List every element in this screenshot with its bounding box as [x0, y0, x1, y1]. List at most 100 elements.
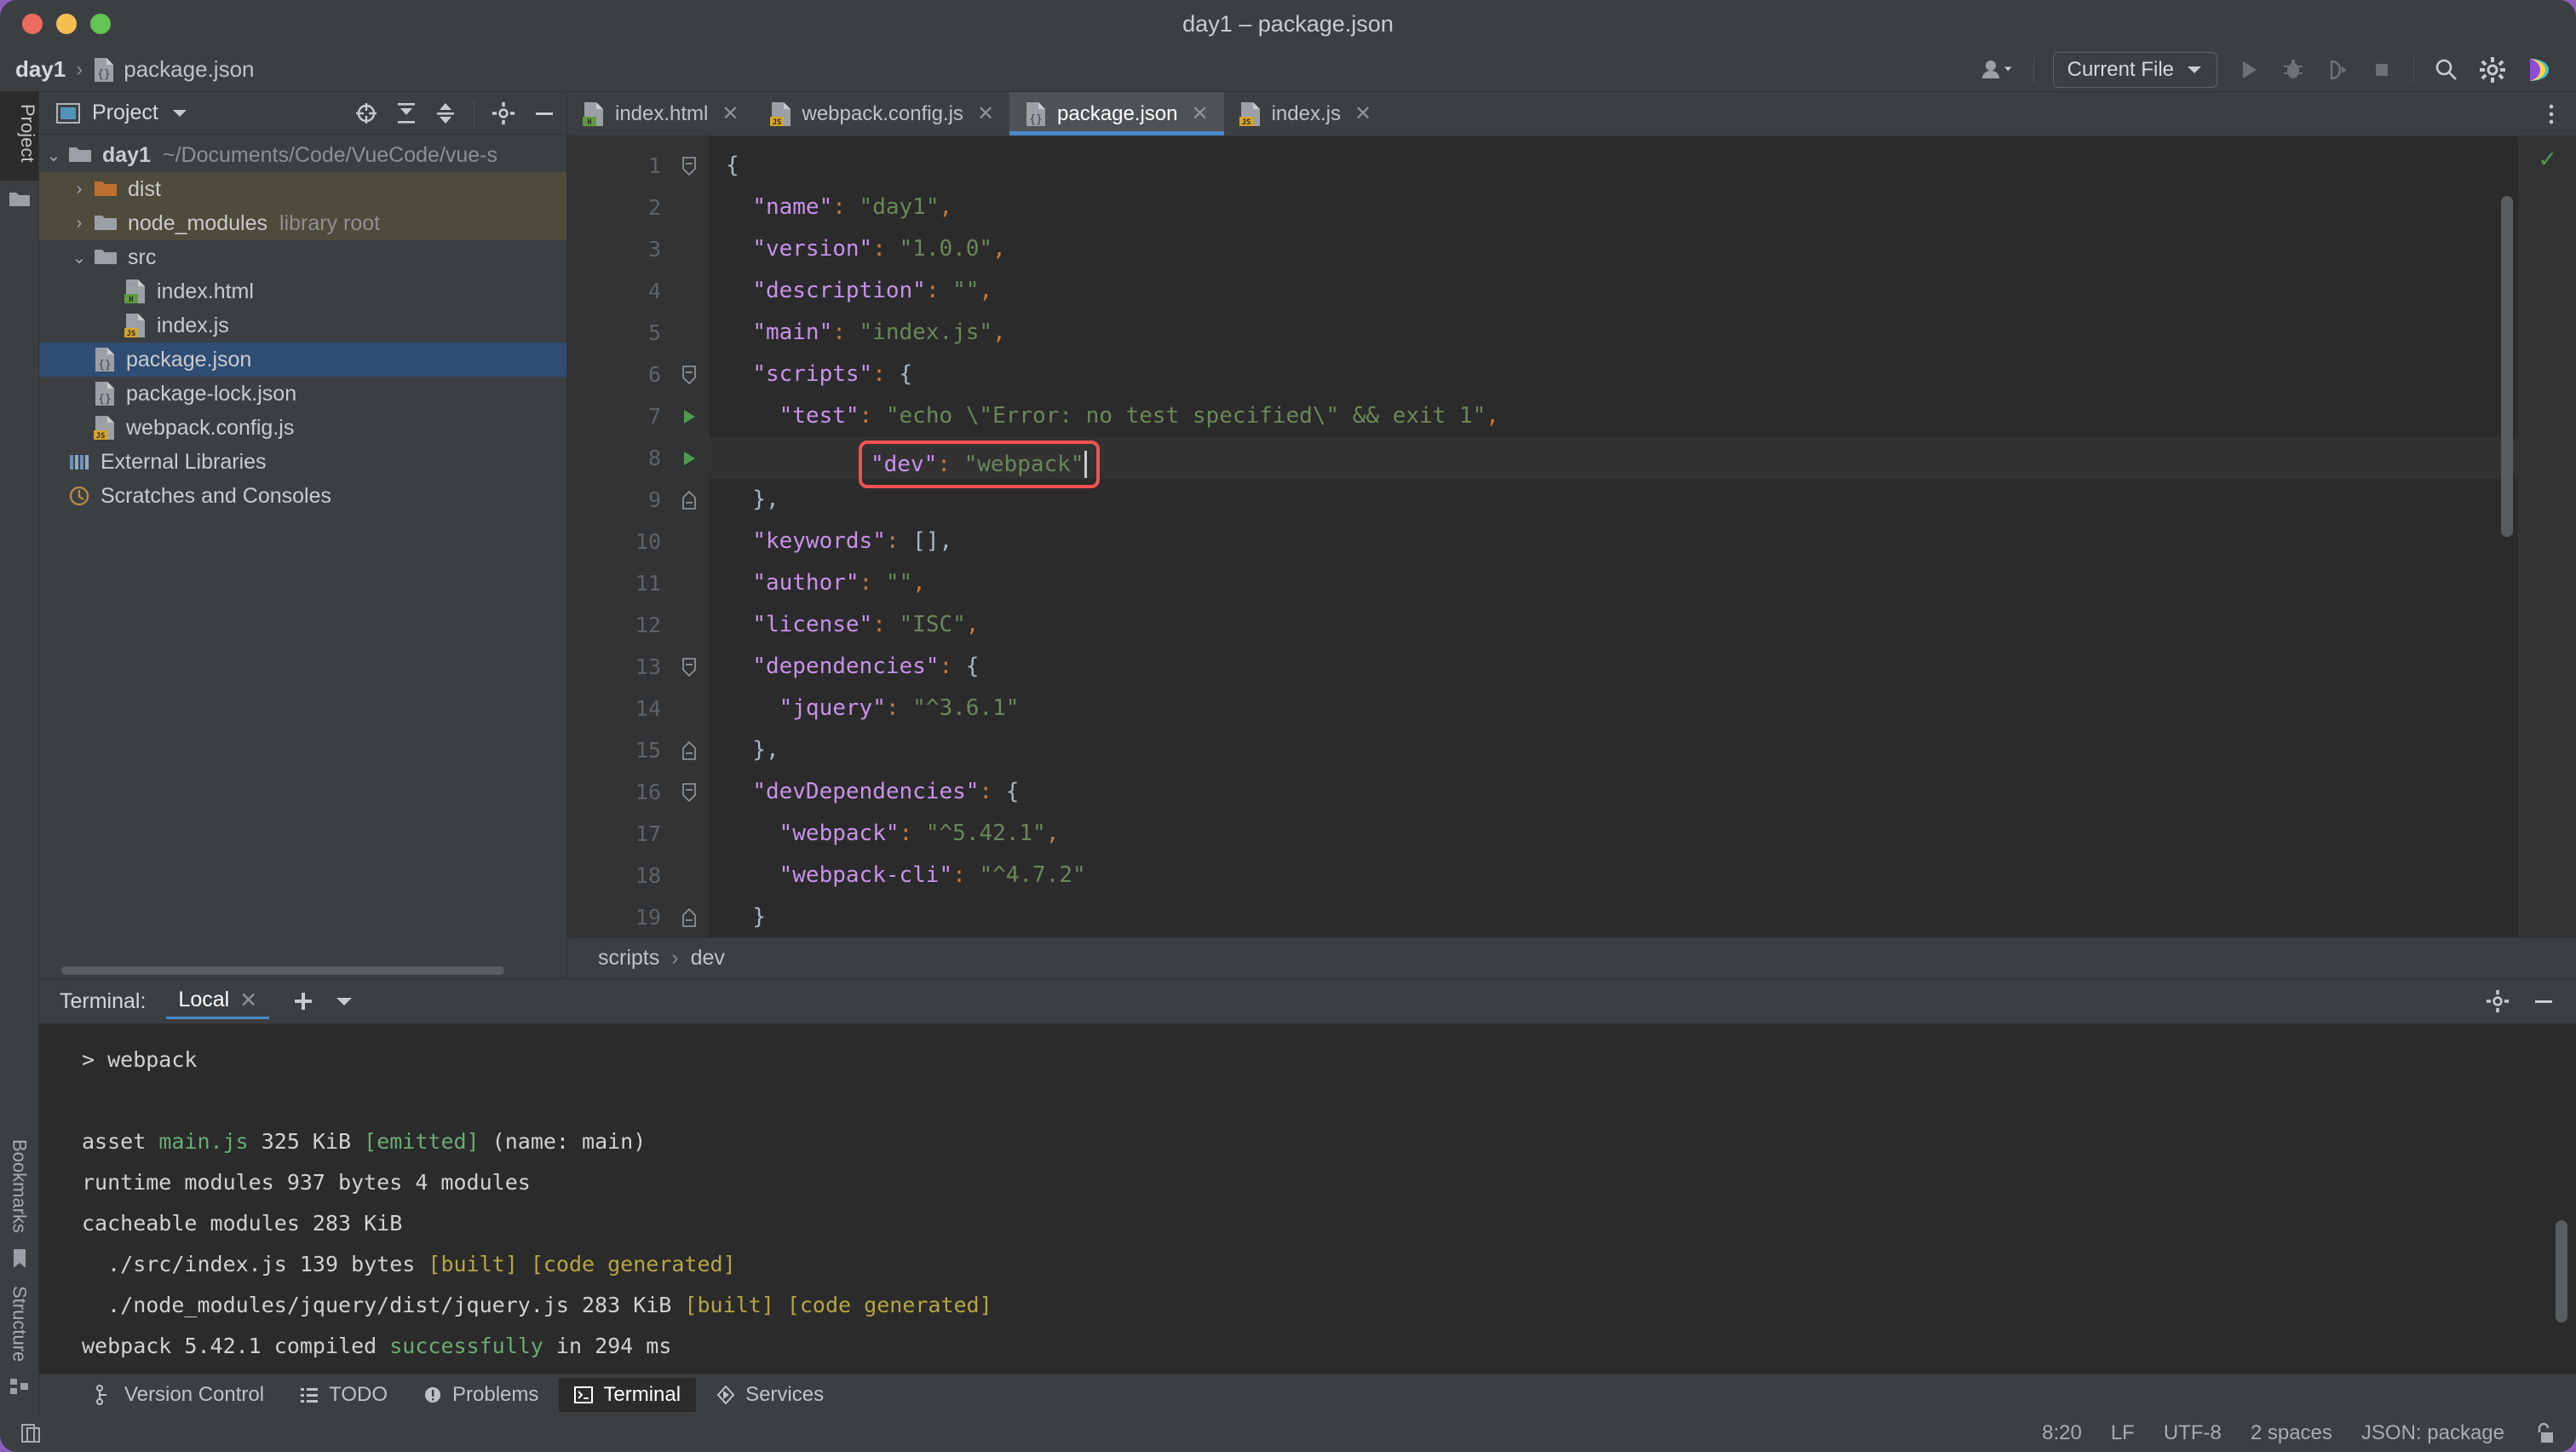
- tool-tab-problems[interactable]: Problems: [408, 1378, 554, 1412]
- tree-expand-arrow[interactable]: ⌄: [39, 145, 68, 166]
- code-line-13[interactable]: "dependencies": {: [709, 646, 2518, 688]
- fold-collapse-icon[interactable]: [670, 354, 709, 395]
- code-line-10[interactable]: "keywords": [],: [709, 521, 2518, 562]
- tree-item-node-modules[interactable]: ›node_moduleslibrary root: [39, 206, 566, 240]
- code-fold-column[interactable]: [670, 136, 709, 937]
- code-content[interactable]: { "name": "day1", "version": "1.0.0", "d…: [709, 136, 2518, 937]
- run-script-gutter-icon[interactable]: [670, 395, 709, 437]
- editor-vertical-scrollbar[interactable]: [2501, 196, 2513, 537]
- tree-item-package-json[interactable]: {}package.json: [39, 343, 566, 377]
- status-caret-position[interactable]: 8:20: [2042, 1421, 2082, 1445]
- code-line-4[interactable]: "description": "",: [709, 270, 2518, 312]
- tool-tab-todo[interactable]: TODO: [285, 1378, 403, 1412]
- editor-breadcrumb-scripts[interactable]: scripts: [598, 946, 659, 971]
- code-line-2[interactable]: "name": "day1",: [709, 187, 2518, 228]
- tool-tab-version-control[interactable]: Version Control: [80, 1378, 279, 1412]
- code-line-1[interactable]: {: [709, 145, 2518, 187]
- rail-tab-project[interactable]: Project: [0, 92, 38, 181]
- tree-item-webpack-config-js[interactable]: JSwebpack.config.js: [39, 411, 566, 445]
- tree-expand-arrow[interactable]: ›: [65, 180, 94, 199]
- new-terminal-button[interactable]: [291, 989, 315, 1013]
- settings-gear-icon[interactable]: [2479, 56, 2506, 84]
- code-line-6[interactable]: "scripts": {: [709, 354, 2518, 395]
- code-line-12[interactable]: "license": "ISC",: [709, 604, 2518, 646]
- fold-collapse-icon[interactable]: [670, 145, 709, 187]
- code-line-5[interactable]: "main": "index.js",: [709, 312, 2518, 354]
- tree-item-package-lock-json[interactable]: {}package-lock.json: [39, 377, 566, 411]
- close-icon[interactable]: ✕: [1191, 101, 1208, 126]
- code-line-8[interactable]: "dev": "webpack": [709, 437, 2518, 479]
- fold-collapse-icon[interactable]: [670, 771, 709, 813]
- close-icon[interactable]: ✕: [722, 101, 739, 126]
- app-logo-icon[interactable]: [2525, 55, 2554, 84]
- editor-breadcrumb-dev[interactable]: dev: [691, 946, 725, 971]
- terminal-output[interactable]: > webpack asset main.js 325 KiB [emitted…: [39, 1024, 2576, 1374]
- breadcrumb-file[interactable]: package.json: [124, 56, 254, 83]
- locate-icon[interactable]: [354, 101, 378, 125]
- code-line-9[interactable]: },: [709, 479, 2518, 521]
- settings-gear-icon[interactable]: [492, 101, 515, 125]
- expand-all-icon[interactable]: [395, 101, 417, 125]
- code-line-16[interactable]: "devDependencies": {: [709, 771, 2518, 813]
- run-script-gutter-icon[interactable]: [670, 437, 709, 479]
- hide-panel-icon[interactable]: [2532, 989, 2556, 1013]
- run-icon[interactable]: [2236, 57, 2262, 83]
- tree-item-index-html[interactable]: Hindex.html: [39, 274, 566, 308]
- fold-end-icon[interactable]: [670, 479, 709, 521]
- settings-gear-icon[interactable]: [2486, 989, 2510, 1013]
- code-line-17[interactable]: "webpack": "^5.42.1",: [709, 813, 2518, 855]
- code-line-11[interactable]: "author": "",: [709, 562, 2518, 604]
- status-indent[interactable]: 2 spaces: [2251, 1421, 2332, 1445]
- tree-expand-arrow[interactable]: ⌄: [65, 247, 94, 268]
- code-line-3[interactable]: "version": "1.0.0",: [709, 228, 2518, 270]
- tree-item-index-js[interactable]: JSindex.js: [39, 308, 566, 343]
- tree-item-scratches-and-consoles[interactable]: Scratches and Consoles: [39, 479, 566, 513]
- breadcrumb-project[interactable]: day1: [15, 56, 66, 83]
- hide-panel-icon[interactable]: [532, 101, 556, 125]
- editor-tab-overflow-menu[interactable]: [2540, 92, 2576, 135]
- tree-item-src[interactable]: ⌄src: [39, 240, 566, 274]
- stop-icon[interactable]: [2369, 57, 2395, 83]
- editor-tab-webpack-config-js[interactable]: JSwebpack.config.js✕: [755, 92, 1010, 135]
- chevron-down-icon[interactable]: [170, 107, 189, 119]
- tool-tab-terminal[interactable]: Terminal: [559, 1378, 696, 1412]
- rail-tab-structure[interactable]: Structure: [9, 1277, 31, 1370]
- code-line-15[interactable]: },: [709, 729, 2518, 771]
- terminal-scrollbar[interactable]: [2556, 1220, 2567, 1322]
- code-line-18[interactable]: "webpack-cli": "^4.7.2": [709, 855, 2518, 896]
- code-line-14[interactable]: "jquery": "^3.6.1": [709, 688, 2518, 729]
- tree-item-external-libraries[interactable]: External Libraries: [39, 445, 566, 479]
- editor-tab-package-json[interactable]: {}package.json✕: [1009, 92, 1224, 135]
- collapse-all-icon[interactable]: [434, 101, 457, 125]
- status-line-ending[interactable]: LF: [2111, 1421, 2135, 1445]
- tree-expand-arrow[interactable]: ›: [65, 214, 94, 233]
- editor-tab-index-html[interactable]: Hindex.html✕: [567, 92, 755, 135]
- code-line-7[interactable]: "test": "echo \"Error: no test specified…: [709, 395, 2518, 437]
- close-icon[interactable]: ✕: [239, 988, 257, 1013]
- project-tree[interactable]: ⌄day1~/Documents/Code/VueCode/vue-s›dist…: [39, 135, 566, 978]
- code-line-19[interactable]: }: [709, 896, 2518, 937]
- rail-tab-bookmarks[interactable]: Bookmarks: [9, 1131, 31, 1242]
- status-json-schema[interactable]: JSON: package: [2361, 1421, 2504, 1445]
- tool-tab-services[interactable]: Services: [701, 1378, 839, 1412]
- fold-end-icon[interactable]: [670, 729, 709, 771]
- close-icon[interactable]: ✕: [977, 101, 994, 126]
- user-avatar-icon[interactable]: [1981, 58, 2015, 82]
- terminal-session-tab-local[interactable]: Local ✕: [166, 984, 269, 1019]
- editor-marker-strip[interactable]: ✓: [2518, 136, 2576, 937]
- run-configuration-selector[interactable]: Current File: [2053, 52, 2217, 88]
- tree-item-dist[interactable]: ›dist: [39, 172, 566, 206]
- fold-collapse-icon[interactable]: [670, 646, 709, 688]
- terminal-list-dropdown[interactable]: [334, 994, 354, 1008]
- inspection-ok-icon[interactable]: ✓: [2538, 147, 2557, 173]
- fold-end-icon[interactable]: [670, 896, 709, 938]
- project-horizontal-scrollbar[interactable]: [61, 966, 504, 975]
- unlock-icon[interactable]: [2533, 1421, 2556, 1445]
- debug-icon[interactable]: [2280, 57, 2306, 83]
- bookmark-icon[interactable]: [11, 1242, 28, 1277]
- search-icon[interactable]: [2433, 56, 2460, 84]
- status-left-icon[interactable]: [20, 1421, 43, 1445]
- project-folder-icon[interactable]: [9, 189, 31, 208]
- coverage-icon[interactable]: [2325, 57, 2350, 83]
- tree-item-day1[interactable]: ⌄day1~/Documents/Code/VueCode/vue-s: [39, 138, 566, 172]
